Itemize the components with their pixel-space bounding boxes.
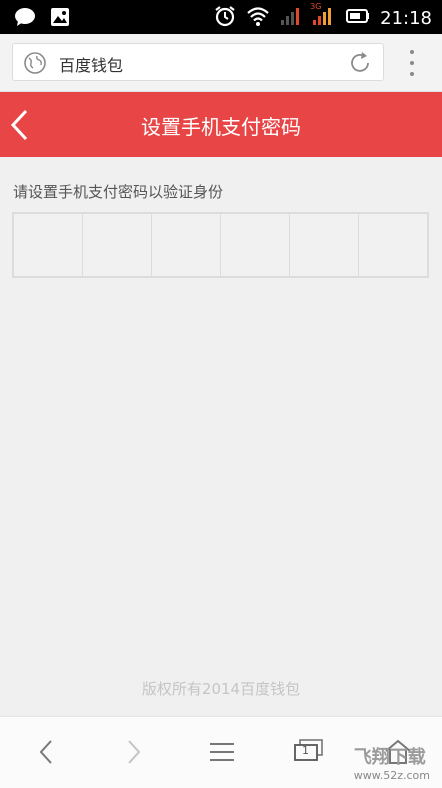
browser-nav-bar: 1 飞翔下载 www.52z.com [0,716,442,788]
copyright-text: 版权所有2014百度钱包 [141,680,301,698]
pin-digit-cell[interactable] [83,214,152,276]
pin-prompt: 请设置手机支付密码以验证身份 [13,183,224,201]
image-icon [50,7,70,31]
pin-digit-cell[interactable] [290,214,359,276]
pin-digit-cell[interactable] [221,214,290,276]
url-text: 百度钱包 [59,56,124,75]
pin-input[interactable] [12,212,429,278]
alarm-icon [214,5,236,31]
clock: 21:18 [380,7,432,29]
watermark-url: www.52z.com [353,769,430,782]
tabs-icon[interactable]: 1 [294,739,324,767]
battery-icon [346,8,370,28]
browser-address-bar: 百度钱包 [0,34,442,92]
pin-digit-cell[interactable] [152,214,221,276]
url-field[interactable]: 百度钱包 [12,43,384,81]
network-label: 3G [310,2,322,11]
tab-count: 1 [302,744,309,757]
watermark-brand: 飞翔下载 [353,747,426,768]
page-title: 设置手机支付密码 [141,115,301,139]
pin-digit-cell[interactable] [359,214,427,276]
menu-icon[interactable] [208,737,236,771]
signal-3g-icon: 3G [310,2,336,30]
more-vert-icon[interactable] [404,46,420,80]
watermark: 飞翔下载 www.52z.com [354,743,430,782]
status-bar: 3G 21:18 [0,0,442,34]
page-header: 设置手机支付密码 [0,92,442,157]
reload-icon[interactable] [347,50,373,80]
wifi-icon [246,6,270,30]
pin-digit-cell[interactable] [14,214,83,276]
back-icon[interactable] [36,737,56,771]
signal-icon [280,6,300,30]
forward-icon[interactable] [124,737,144,771]
chat-bubble-icon [14,7,36,31]
globe-icon [23,51,47,79]
